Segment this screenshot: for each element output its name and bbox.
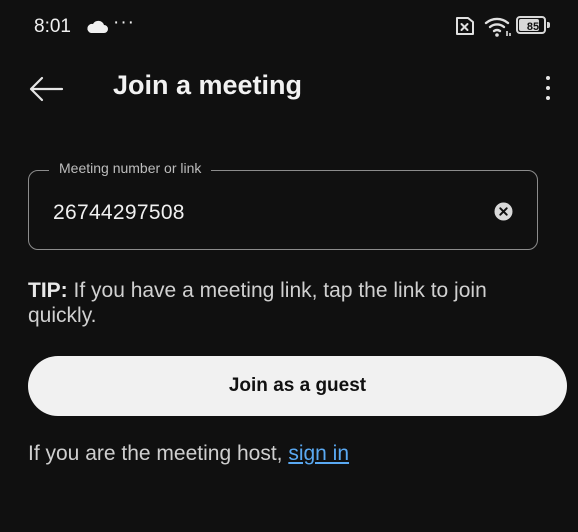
battery-tip	[547, 22, 550, 28]
status-bar: 8:01 ··· 85	[0, 0, 578, 50]
clear-circle-icon[interactable]	[494, 202, 513, 221]
battery-level: 85	[526, 21, 540, 33]
page-title: Join a meeting	[113, 70, 303, 100]
meeting-number-label: Meeting number or link	[49, 160, 212, 176]
battery-body: 85	[516, 16, 546, 34]
tip-text: TIP: If you have a meeting link, tap the…	[28, 278, 558, 328]
sign-in-link[interactable]: sign in	[288, 442, 349, 465]
wifi-icon	[484, 17, 511, 37]
cloud-icon	[87, 20, 108, 33]
status-time: 8:01	[34, 16, 71, 37]
meeting-number-value[interactable]: 26744297508	[53, 201, 185, 225]
more-notifications-icon: ···	[113, 12, 135, 33]
more-vertical-icon[interactable]	[538, 72, 558, 104]
join-as-guest-button[interactable]: Join as a guest	[28, 356, 567, 416]
battery-icon: 85	[516, 16, 550, 34]
tip-body: If you have a meeting link, tap the link…	[28, 279, 487, 327]
host-sign-in-line: If you are the meeting host, sign in	[28, 442, 349, 466]
arrow-left-icon[interactable]	[28, 74, 64, 104]
meeting-number-input[interactable]: Meeting number or link 26744297508	[28, 160, 538, 250]
no-sim-icon	[456, 17, 474, 35]
host-text: If you are the meeting host,	[28, 442, 289, 465]
app-bar: Join a meeting	[0, 50, 578, 128]
tip-prefix: TIP:	[28, 279, 68, 302]
